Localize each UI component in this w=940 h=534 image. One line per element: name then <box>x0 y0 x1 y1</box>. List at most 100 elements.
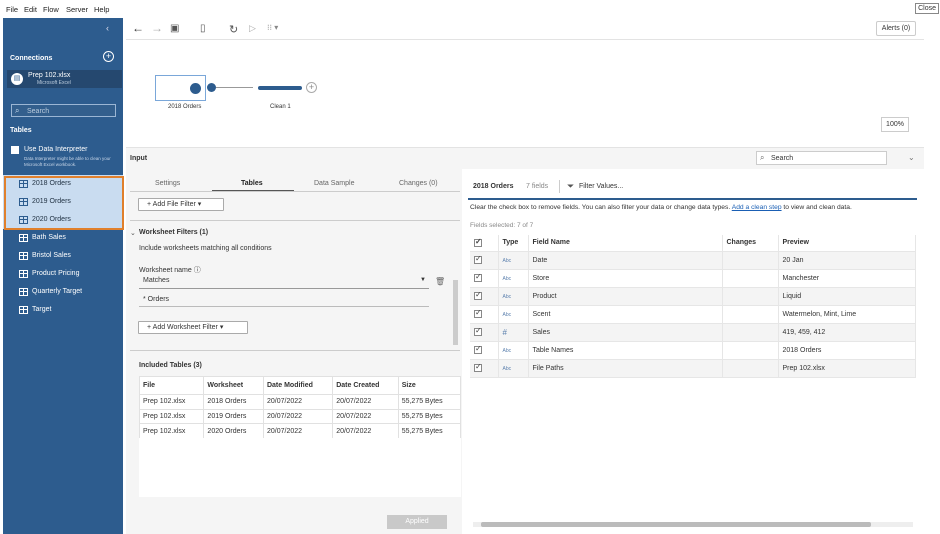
type-string-icon[interactable]: Abc <box>503 276 512 282</box>
field-name[interactable]: Scent <box>528 305 723 324</box>
filter-values-button[interactable]: Filter Values... <box>579 183 623 190</box>
col-field-name: Field Name <box>528 235 723 252</box>
type-string-icon[interactable]: Abc <box>503 348 512 354</box>
field-changes <box>722 269 779 288</box>
field-changes <box>722 251 779 270</box>
field-checkbox[interactable] <box>474 308 482 318</box>
field-name[interactable]: Table Names <box>528 341 723 360</box>
field-name[interactable]: Product <box>528 287 723 306</box>
field-checkbox[interactable] <box>474 272 482 282</box>
connection-item[interactable]: ▤ Prep 102.xlsx Microsoft Excel <box>7 70 122 88</box>
type-string-icon[interactable]: Abc <box>503 258 512 264</box>
field-checkbox[interactable] <box>474 326 482 336</box>
dropdown-arrow-icon[interactable]: ▼ <box>420 277 426 283</box>
scrollbar-thumb[interactable] <box>481 522 871 527</box>
forward-arrow-icon[interactable]: → <box>151 21 163 35</box>
tab-changes[interactable]: Changes (0) <box>399 180 438 187</box>
menu-file[interactable]: File <box>6 5 18 14</box>
table-row[interactable]: Abc Table Names 2018 Orders <box>470 341 916 360</box>
pattern-input[interactable]: * Orders <box>143 296 169 303</box>
paste-icon[interactable]: ▯ <box>200 23 206 34</box>
type-number-icon[interactable]: # <box>503 328 507 337</box>
add-step-icon[interactable]: + <box>306 82 317 93</box>
menu-help[interactable]: Help <box>94 5 109 14</box>
applied-button[interactable]: Applied <box>387 515 447 529</box>
add-connection-icon[interactable]: + <box>103 51 114 62</box>
close-button[interactable]: Close <box>915 3 939 14</box>
table-icon <box>19 270 28 278</box>
table-row: Prep 102.xlsx 2019 Orders 20/07/2022 20/… <box>138 408 462 425</box>
fields-instructions: Clear the check box to remove fields. Yo… <box>470 204 852 211</box>
table-row[interactable]: Abc Store Manchester <box>470 269 916 288</box>
field-name[interactable]: Sales <box>528 323 723 342</box>
field-preview: 20 Jan <box>778 251 916 270</box>
collapse-chevron-icon[interactable]: ‹ <box>106 23 109 33</box>
table-row[interactable]: Abc Product Liquid <box>470 287 916 306</box>
field-checkbox[interactable] <box>474 290 482 300</box>
fields-header: 2018 Orders 7 fields ⏷ Filter Values... <box>466 176 918 198</box>
table-row: Prep 102.xlsx 2020 Orders 20/07/2022 20/… <box>138 423 462 440</box>
run-icon[interactable]: ▷ <box>249 23 256 34</box>
add-file-filter-button[interactable]: + Add File Filter ▾ <box>138 198 224 211</box>
flow-node-clean-1[interactable] <box>258 86 302 90</box>
table-item-target[interactable]: Target <box>3 301 123 319</box>
match-type-select[interactable]: Matches <box>143 277 169 284</box>
table-row[interactable]: Abc Scent Watermelon, Mint, Lime <box>470 305 916 324</box>
field-checkbox[interactable] <box>474 362 482 372</box>
type-string-icon[interactable]: Abc <box>503 366 512 372</box>
type-string-icon[interactable]: Abc <box>503 294 512 300</box>
table-item-bath-sales[interactable]: Bath Sales <box>3 229 123 247</box>
table-row[interactable]: Abc File Paths Prep 102.xlsx <box>470 359 916 378</box>
table-item-bristol-sales[interactable]: Bristol Sales <box>3 247 123 265</box>
collapse-panel-icon[interactable]: ⌄ <box>908 153 915 162</box>
interpreter-checkbox[interactable] <box>11 146 19 154</box>
table-row[interactable]: Abc Date 20 Jan <box>470 251 916 270</box>
zoom-level[interactable]: 100% <box>881 117 909 132</box>
type-string-icon[interactable]: Abc <box>503 312 512 318</box>
connection-name: Prep 102.xlsx <box>28 72 71 79</box>
field-name[interactable]: File Paths <box>528 359 723 378</box>
scrollbar[interactable] <box>453 280 458 345</box>
divider <box>139 288 429 289</box>
add-clean-step-link[interactable]: Add a clean step <box>732 204 782 211</box>
selection-highlight <box>4 176 124 230</box>
node-connector-icon[interactable] <box>207 83 216 92</box>
divider <box>130 350 460 351</box>
tab-tables[interactable]: Tables <box>241 180 263 187</box>
table-item-quarterly-target[interactable]: Quarterly Target <box>3 283 123 301</box>
trash-icon[interactable]: 🗑 <box>435 277 445 286</box>
instructions-text: Clear the check box to remove fields. Yo… <box>470 204 731 211</box>
field-checkbox[interactable] <box>474 254 482 264</box>
search-input[interactable]: ⌕ Search <box>11 104 116 117</box>
col-type: Type <box>498 235 529 252</box>
field-changes <box>722 305 779 324</box>
save-icon[interactable]: ▣ <box>170 23 179 34</box>
included-tables-title: Included Tables (3) <box>139 362 202 369</box>
col-changes: Changes <box>722 235 779 252</box>
field-preview: Prep 102.xlsx <box>778 359 916 378</box>
tab-data-sample[interactable]: Data Sample <box>314 180 354 187</box>
field-changes <box>722 359 779 378</box>
select-all-checkbox[interactable] <box>474 237 482 247</box>
horizontal-scrollbar[interactable] <box>473 522 913 527</box>
field-search-input[interactable]: ⌕ Search <box>756 151 887 165</box>
table-icon <box>19 306 28 314</box>
menu-flow[interactable]: Flow <box>43 5 59 14</box>
field-name[interactable]: Store <box>528 269 723 288</box>
col-date-created: Date Created <box>332 376 399 395</box>
filter-icon[interactable]: ⏷ <box>567 181 574 192</box>
tab-settings[interactable]: Settings <box>155 180 180 187</box>
alerts-button[interactable]: Alerts (0) <box>876 21 916 36</box>
table-item-product-pricing[interactable]: Product Pricing <box>3 265 123 283</box>
field-changes <box>722 287 779 306</box>
back-arrow-icon[interactable]: ← <box>132 21 144 35</box>
field-checkbox[interactable] <box>474 344 482 354</box>
field-name[interactable]: Date <box>528 251 723 270</box>
table-row[interactable]: # Sales 419, 459, 412 <box>470 323 916 342</box>
menu-server[interactable]: Server <box>66 5 88 14</box>
menu-edit[interactable]: Edit <box>24 5 37 14</box>
add-worksheet-filter-button[interactable]: + Add Worksheet Filter ▾ <box>138 321 248 334</box>
refresh-icon[interactable]: ↻ <box>229 23 238 36</box>
chevron-down-icon[interactable]: ⌄ <box>130 229 136 237</box>
layout-options-icon[interactable]: ⁝⁝ ▾ <box>267 23 278 32</box>
